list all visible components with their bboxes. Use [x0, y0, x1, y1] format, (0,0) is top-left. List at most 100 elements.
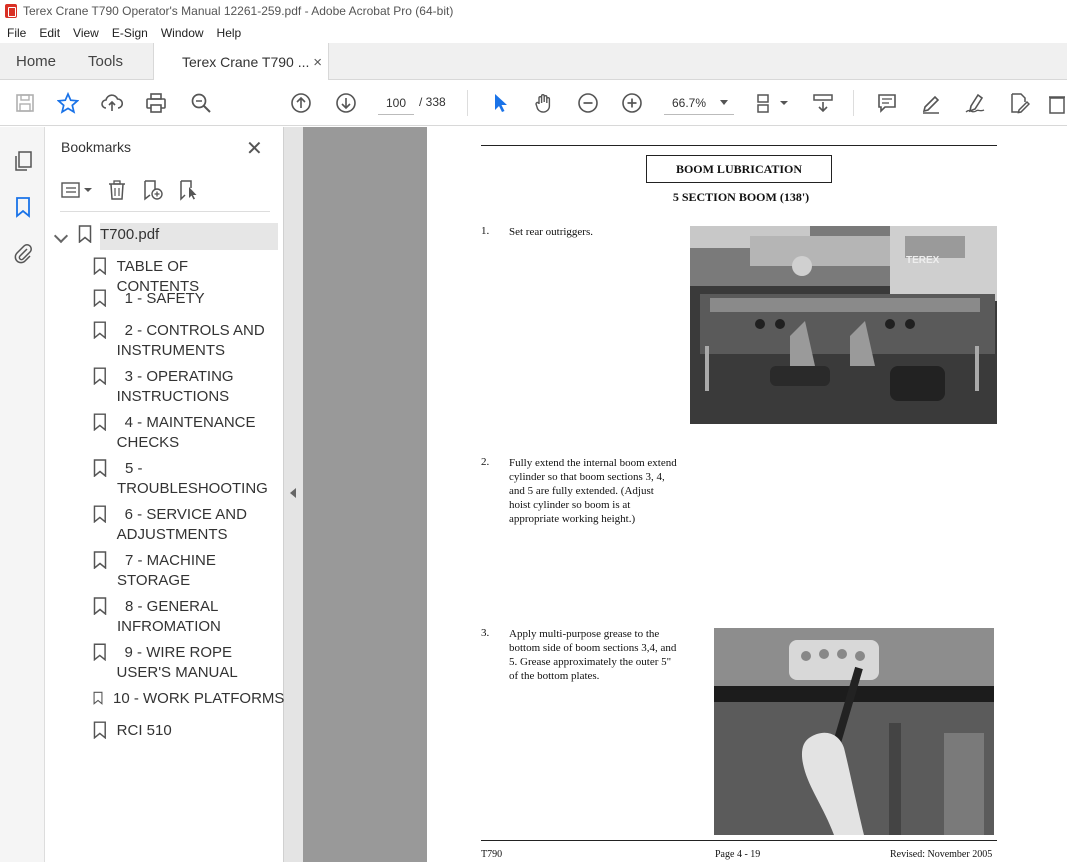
bookmark-item-label: 1 - SAFETY: [124, 290, 205, 307]
select-cursor-icon[interactable]: [488, 91, 512, 115]
page-display-icon[interactable]: [755, 91, 791, 115]
upload-cloud-icon[interactable]: [100, 91, 124, 115]
comment-icon[interactable]: [875, 91, 899, 115]
document-view[interactable]: BOOM LUBRICATION 5 SECTION BOOM (138') 1…: [303, 127, 1067, 862]
options-menu-icon[interactable]: [60, 178, 94, 202]
tab-document[interactable]: Terex Crane T790 ... ×: [153, 43, 329, 81]
step-text: Apply multi-purpose grease to the bottom…: [509, 628, 677, 682]
vertical-scrollbar[interactable]: [1051, 127, 1067, 862]
edit-pdf-icon[interactable]: [1007, 91, 1031, 115]
bookmark-item-label: 5 - TROUBLESHOOTING: [117, 460, 268, 497]
navigation-rail: [0, 127, 45, 862]
bookmark-item-label: 8 - GENERAL INFROMATION: [117, 598, 221, 635]
hand-tool-icon[interactable]: [532, 91, 556, 115]
bookmark-item-troubleshooting[interactable]: 5 - TROUBLESHOOTING: [93, 459, 273, 499]
bookmark-icon: [93, 551, 107, 569]
bookmark-icon: [93, 321, 106, 339]
bookmark-item-label: RCI 510: [116, 722, 172, 739]
bookmark-item-service[interactable]: 6 - SERVICE AND ADJUSTMENTS: [93, 505, 273, 545]
menu-file[interactable]: File: [0, 26, 32, 40]
step-number: 3.: [481, 627, 490, 639]
step-text: Fully extend the internal boom extend cy…: [509, 457, 677, 525]
toolbar: 100 / 338 66.7%: [0, 80, 1067, 126]
outrigger-photo: [690, 226, 997, 424]
page-thumbnails-icon[interactable]: [11, 149, 35, 173]
bookmark-item-storage[interactable]: 7 - MACHINE STORAGE: [93, 551, 273, 591]
window-title: Terex Crane T790 Operator's Manual 12261…: [23, 4, 454, 18]
tab-tools[interactable]: Tools: [88, 43, 123, 80]
zoom-level-dropdown[interactable]: 66.7%: [664, 91, 734, 115]
bookmark-item-label: 10 - WORK PLATFORMS: [113, 690, 285, 707]
page-subheading: 5 SECTION BOOM (138'): [672, 190, 810, 204]
bookmarks-toolbar: [60, 177, 212, 203]
previous-page-icon[interactable]: [289, 91, 313, 115]
bookmark-item-general[interactable]: 8 - GENERAL INFROMATION: [93, 597, 273, 637]
new-bookmark-icon[interactable]: [140, 178, 166, 202]
bookmark-icon: [93, 367, 106, 385]
bookmark-icon: [93, 257, 106, 275]
highlight-pen-icon[interactable]: [919, 91, 943, 115]
save-icon[interactable]: [13, 91, 37, 115]
bookmark-item-safety[interactable]: 1 - SAFETY: [93, 289, 273, 309]
bookmark-item-label: 9 - WIRE ROPE USER'S MANUAL: [116, 644, 238, 681]
step-number: 2.: [481, 456, 490, 468]
page-total: / 338: [419, 95, 446, 109]
delete-page-icon[interactable]: [1049, 91, 1065, 115]
tab-close-icon[interactable]: ×: [313, 54, 322, 71]
bookmark-root[interactable]: T700.pdf: [78, 225, 159, 245]
chevron-down-icon: [720, 100, 728, 105]
footer-rule: [481, 840, 997, 841]
next-page-icon[interactable]: [334, 91, 358, 115]
close-icon[interactable]: ✕: [246, 136, 263, 161]
bookmarks-title: Bookmarks: [61, 139, 132, 155]
bookmark-icon: [93, 289, 106, 307]
zoom-in-icon[interactable]: [620, 91, 644, 115]
bookmarks-divider: [60, 211, 270, 212]
find-bookmark-icon[interactable]: [176, 178, 202, 202]
footer-page-number: Page 4 - 19: [715, 849, 761, 860]
menu-edit[interactable]: Edit: [32, 26, 66, 40]
delete-bookmark-icon[interactable]: [104, 178, 130, 202]
title-bar: Terex Crane T790 Operator's Manual 12261…: [0, 0, 1067, 22]
bookmark-item-controls[interactable]: 2 - CONTROLS AND INSTRUMENTS: [93, 321, 273, 361]
bookmark-item-wire-rope[interactable]: 9 - WIRE ROPE USER'S MANUAL: [93, 643, 273, 683]
star-icon[interactable]: [56, 91, 80, 115]
bookmark-item-work-platforms[interactable]: 10 - WORK PLATFORMS: [93, 689, 285, 709]
bookmark-icon: [78, 225, 92, 243]
bookmark-icon: [93, 413, 106, 431]
toolbar-divider: [467, 90, 468, 116]
top-rule: [481, 145, 997, 146]
zoom-level-value: 66.7%: [672, 95, 707, 110]
zoom-out-icon[interactable]: [576, 91, 600, 115]
step-number: 1.: [481, 225, 490, 237]
bookmark-icon: [93, 597, 107, 615]
photo-brand-text: TEREX: [906, 255, 940, 266]
grease-application-photo: [714, 628, 994, 835]
tab-document-label: Terex Crane T790 ...: [182, 54, 310, 70]
tab-home[interactable]: Home: [16, 43, 56, 80]
menu-window[interactable]: Window: [154, 26, 210, 40]
menu-bar: File Edit View E-Sign Window Help: [0, 22, 1067, 43]
panel-collapse-handle[interactable]: [284, 127, 303, 862]
bookmark-item-label: 7 - MACHINE STORAGE: [117, 552, 216, 589]
scrolling-mode-icon[interactable]: [811, 91, 835, 115]
pdf-page: BOOM LUBRICATION 5 SECTION BOOM (138') 1…: [427, 127, 1051, 862]
bookmark-item-operating[interactable]: 3 - OPERATING INSTRUCTIONS: [93, 367, 273, 407]
bookmark-root-label: T700.pdf: [100, 226, 160, 243]
bookmark-icon: [93, 459, 107, 477]
bookmark-item-maintenance[interactable]: 4 - MAINTENANCE CHECKS: [93, 413, 273, 453]
chevron-down-icon[interactable]: [53, 228, 69, 244]
page-number-input[interactable]: 100: [378, 91, 414, 115]
menu-e-sign[interactable]: E-Sign: [105, 26, 154, 40]
zoom-search-icon[interactable]: [189, 91, 213, 115]
sign-pen-icon[interactable]: [963, 91, 987, 115]
attachment-icon[interactable]: [11, 241, 35, 265]
bookmark-panel-icon[interactable]: [11, 195, 35, 219]
menu-help[interactable]: Help: [210, 26, 248, 40]
page-heading: BOOM LUBRICATION: [646, 155, 832, 183]
menu-view[interactable]: View: [66, 26, 105, 40]
bookmark-item-rci-510[interactable]: RCI 510: [93, 721, 273, 741]
print-icon[interactable]: [144, 91, 168, 115]
bookmark-icon: [93, 721, 106, 739]
tab-bar: Home Tools Terex Crane T790 ... ×: [0, 43, 1067, 81]
